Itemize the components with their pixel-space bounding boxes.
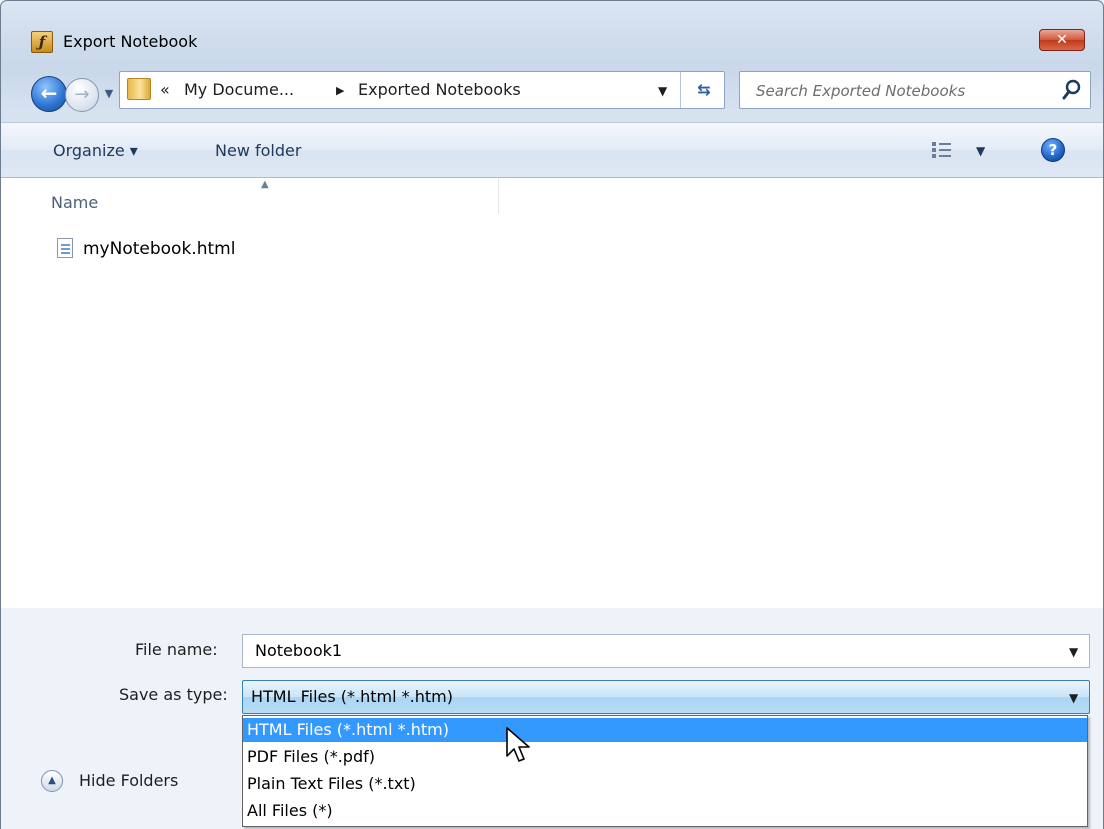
views-dropdown-icon[interactable]: ▼ <box>976 140 985 162</box>
window-title: Export Notebook <box>63 32 198 51</box>
option-html-files[interactable]: HTML Files (*.html *.htm) <box>243 718 1087 742</box>
notebook-app-icon: ƒ <box>31 31 53 53</box>
forward-arrow-icon[interactable]: → <box>65 78 99 112</box>
views-icon[interactable] <box>931 140 953 160</box>
save-as-type-label: Save as type: <box>119 685 228 704</box>
breadcrumb-exported-notebooks[interactable]: Exported Notebooks <box>358 79 521 101</box>
breadcrumb-separator-icon[interactable]: ▶ <box>336 81 344 101</box>
option-all-files[interactable]: All Files (*) <box>243 799 1087 823</box>
list-item[interactable]: myNotebook.html <box>83 238 235 260</box>
close-button[interactable]: ✕ <box>1039 29 1085 51</box>
search-placeholder: Search Exported Notebooks <box>756 82 966 100</box>
save-as-type-dropdown-icon[interactable]: ▼ <box>1069 687 1078 709</box>
file-name-value[interactable]: Notebook1 <box>255 640 342 662</box>
address-dropdown-icon[interactable]: ▼ <box>658 81 667 101</box>
command-bar: Organize ▾ New folder ▼ ? <box>1 122 1103 178</box>
new-folder-button[interactable]: New folder <box>215 139 301 163</box>
option-plain-text-files[interactable]: Plain Text Files (*.txt) <box>243 772 1087 796</box>
refresh-icon[interactable]: ⇆ <box>690 79 718 101</box>
hide-folders-button[interactable]: Hide Folders <box>79 770 178 792</box>
file-list-pane[interactable]: ▲ Name myNotebook.html <box>1 178 1103 608</box>
save-as-type-select[interactable]: HTML Files (*.html *.htm) ▼ <box>242 680 1090 714</box>
folder-icon <box>127 78 151 100</box>
organize-button[interactable]: Organize ▾ <box>53 139 138 163</box>
breadcrumb-my-documents[interactable]: My Docume... <box>184 79 294 101</box>
column-divider[interactable] <box>498 178 499 214</box>
save-as-type-value[interactable]: HTML Files (*.html *.htm) <box>251 686 453 708</box>
column-header-name[interactable]: Name <box>51 192 98 214</box>
recent-pages-dropdown-icon[interactable]: ▼ <box>101 86 117 102</box>
search-icon[interactable] <box>1061 78 1083 102</box>
address-bar[interactable]: « My Docume... ▶ Exported Notebooks ▼ ⇆ <box>119 71 725 109</box>
file-name-field[interactable]: Notebook1 ▼ <box>242 634 1090 668</box>
save-as-type-options: HTML Files (*.html *.htm) PDF Files (*.p… <box>242 715 1088 827</box>
file-name-label: File name: <box>135 640 218 659</box>
help-icon[interactable]: ? <box>1041 138 1065 162</box>
back-arrow-icon[interactable]: ← <box>31 76 67 112</box>
search-input[interactable]: Search Exported Notebooks <box>739 71 1091 109</box>
address-overflow-chevrons[interactable]: « <box>160 79 170 101</box>
collapse-up-icon[interactable]: ▲ <box>41 770 63 792</box>
address-divider <box>680 72 681 108</box>
mouse-pointer-icon <box>506 727 530 762</box>
sort-ascending-icon: ▲ <box>261 179 269 190</box>
option-pdf-files[interactable]: PDF Files (*.pdf) <box>243 745 1087 769</box>
html-file-icon[interactable] <box>57 238 73 258</box>
file-name-dropdown-icon[interactable]: ▼ <box>1069 641 1078 663</box>
